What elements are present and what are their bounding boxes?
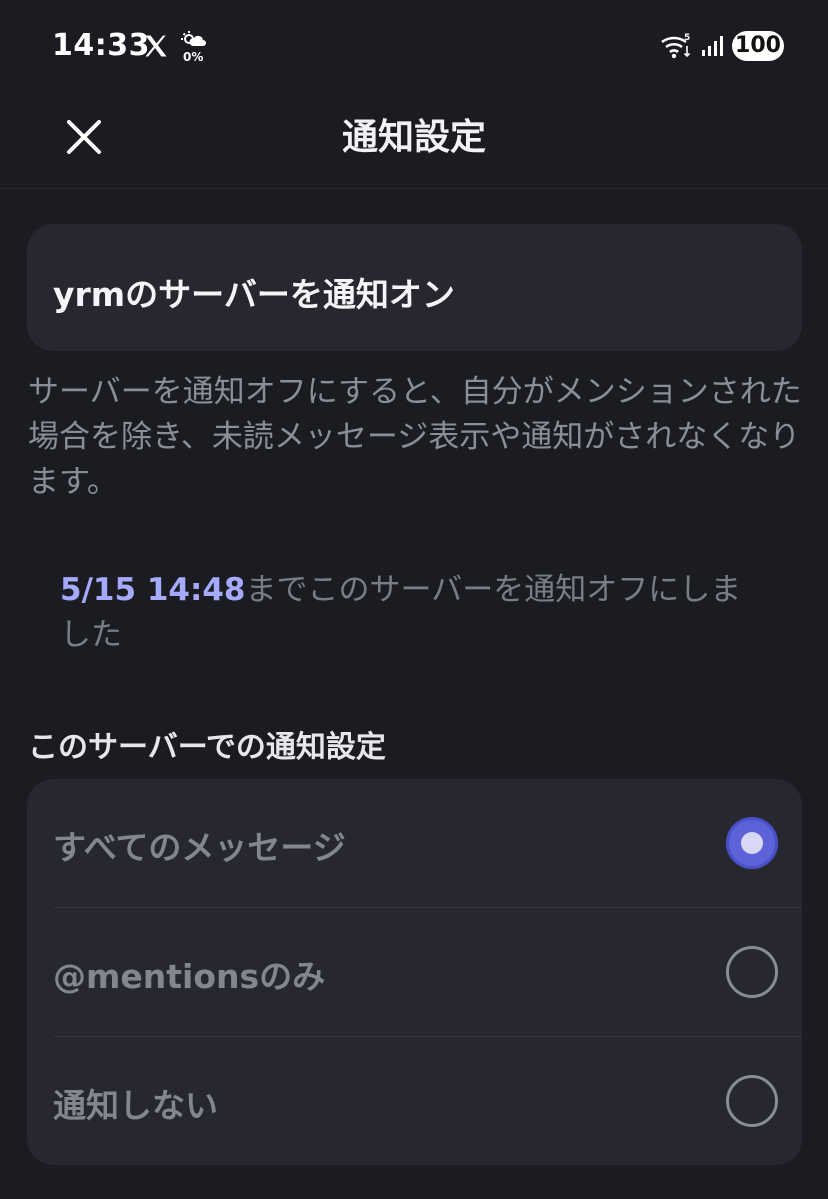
battery-indicator: 100 (732, 31, 784, 61)
muted-until-date: 5/15 14:48 (60, 572, 246, 608)
server-notification-on-label: yrmのサーバーを通知オン (53, 275, 455, 314)
radio-unselected[interactable] (726, 946, 778, 998)
option-mentions-only[interactable]: @mentionsのみ (27, 908, 802, 1036)
section-title: このサーバーでの通知設定 (28, 730, 386, 765)
weather-percent: 0% (183, 50, 204, 64)
muted-until-info: 5/15 14:48までこのサーバーを通知オフにしました (60, 568, 770, 658)
option-all-messages[interactable]: すべてのメッセージ (27, 779, 802, 907)
status-time: 14:33 (52, 28, 150, 63)
weather-icon (181, 31, 206, 46)
signal-icon (702, 36, 723, 56)
option-label: 通知しない (53, 1086, 218, 1125)
page-title: 通知設定 (341, 117, 486, 158)
wifi-badge: 5 (684, 33, 690, 43)
option-no-notifications[interactable]: 通知しない (27, 1037, 802, 1165)
radio-unselected[interactable] (726, 1075, 778, 1127)
notification-options-list: すべてのメッセージ @mentionsのみ 通知しない (27, 779, 802, 1165)
mute-description: サーバーを通知オフにすると、自分がメンションされた場合を除き、未読メッセージ表示… (28, 374, 802, 500)
server-notification-on-button[interactable]: yrmのサーバーを通知オン (27, 224, 802, 351)
header-bar: 通知設定 (0, 92, 828, 189)
wifi-icon: 5 (661, 33, 690, 59)
x-logo-icon (145, 35, 167, 57)
status-bar: 14:33 0% 5 100 (0, 0, 828, 92)
option-label: @mentionsのみ (53, 957, 326, 996)
radio-selected[interactable] (726, 817, 778, 869)
option-label: すべてのメッセージ (53, 828, 346, 867)
